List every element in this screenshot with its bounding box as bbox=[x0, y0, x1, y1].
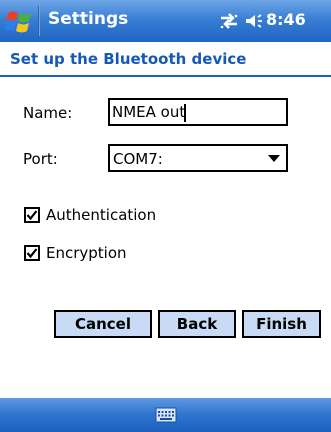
speaker-volume-icon[interactable] bbox=[244, 12, 264, 30]
windows-flag-icon bbox=[4, 11, 31, 33]
port-selected-value: COM7: bbox=[113, 150, 163, 168]
encryption-label[interactable]: Encryption bbox=[46, 244, 127, 262]
page-title: Set up the Bluetooth device bbox=[10, 50, 247, 68]
port-dropdown[interactable]: COM7: bbox=[108, 144, 288, 172]
authentication-label[interactable]: Authentication bbox=[46, 206, 156, 224]
finish-button[interactable]: Finish bbox=[242, 310, 321, 338]
back-button[interactable]: Back bbox=[158, 310, 236, 338]
cancel-button[interactable]: Cancel bbox=[54, 310, 152, 338]
header-divider bbox=[0, 75, 331, 77]
keyboard-icon[interactable] bbox=[155, 406, 177, 424]
clock-time[interactable]: 8:46 bbox=[266, 10, 306, 29]
title-bar: Settings 8:46 bbox=[0, 0, 331, 42]
dropdown-arrow-icon bbox=[268, 155, 280, 162]
app-title: Settings bbox=[48, 9, 129, 29]
text-caret bbox=[184, 104, 186, 122]
connectivity-icon[interactable] bbox=[218, 12, 240, 30]
menu-bar bbox=[0, 398, 331, 432]
port-label: Port: bbox=[23, 150, 58, 168]
authentication-checkbox[interactable] bbox=[24, 207, 40, 223]
name-input[interactable] bbox=[112, 103, 280, 121]
encryption-checkbox[interactable] bbox=[24, 245, 40, 261]
start-button[interactable] bbox=[4, 7, 34, 36]
title-separator bbox=[38, 6, 40, 36]
name-field[interactable] bbox=[108, 98, 288, 126]
name-label: Name: bbox=[23, 104, 73, 122]
checkmark-icon bbox=[26, 210, 38, 221]
checkmark-icon bbox=[26, 248, 38, 259]
